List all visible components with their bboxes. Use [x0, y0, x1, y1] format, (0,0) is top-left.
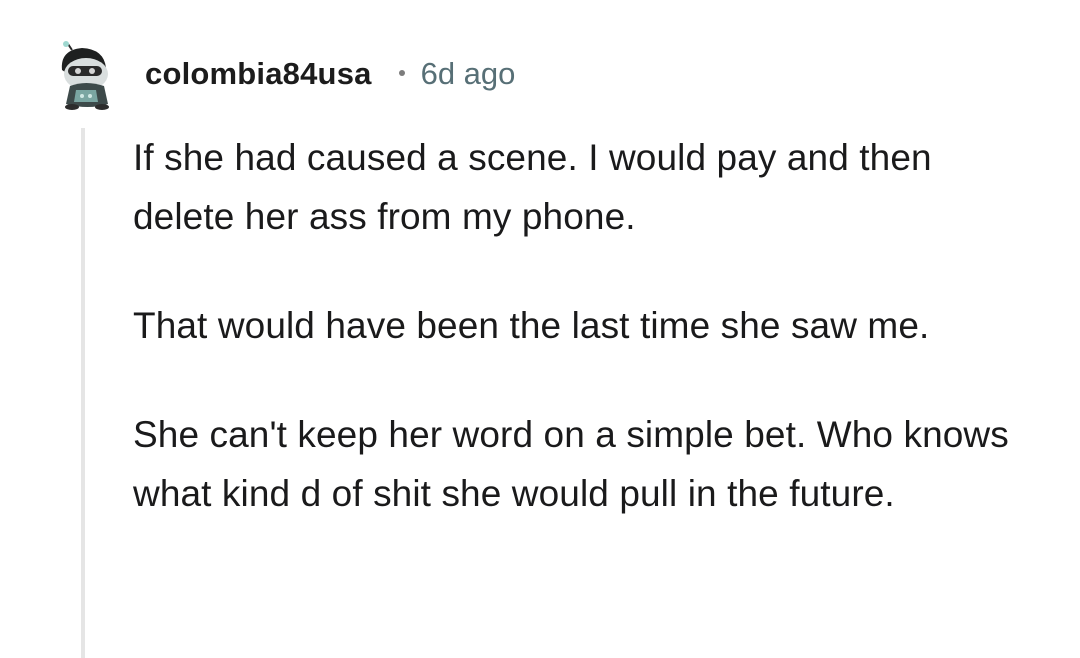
comment-timestamp[interactable]: 6d ago — [421, 56, 516, 92]
comment-body: If she had caused a scene. I would pay a… — [133, 128, 1033, 523]
thread-collapse-line[interactable] — [81, 128, 85, 658]
comment: colombia84usa 6d ago If she had caused a… — [0, 0, 1080, 658]
comment-paragraph: If she had caused a scene. I would pay a… — [133, 137, 932, 237]
user-avatar[interactable] — [52, 40, 122, 112]
separator-dot — [398, 70, 405, 76]
username-link[interactable]: colombia84usa — [145, 56, 372, 92]
comment-header: colombia84usa 6d ago — [145, 52, 515, 96]
comment-paragraph: That would have been the last time she s… — [133, 305, 930, 346]
snoo-avatar-icon — [61, 41, 109, 110]
comment-paragraph: She can't keep her word on a simple bet.… — [133, 414, 1009, 514]
